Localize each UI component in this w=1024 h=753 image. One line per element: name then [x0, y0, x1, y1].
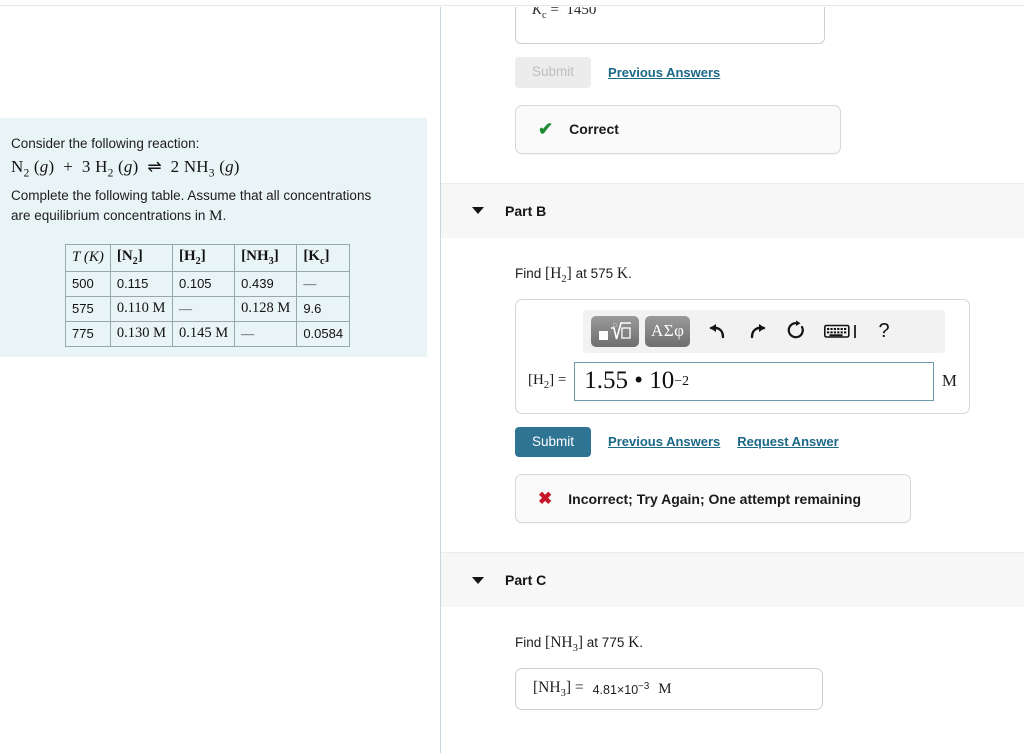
screenshot-root: Consider the following reaction: N2 (g) …: [0, 0, 1024, 753]
table-header-h2: [H2]: [171, 244, 236, 273]
caret-down-icon[interactable]: [472, 207, 484, 214]
reset-icon[interactable]: [785, 320, 807, 342]
table-row: 575 0.110 M — 0.128 M 9.6: [65, 296, 351, 323]
part-c-answer-box[interactable]: [NH3] = 4.81×10−3 M: [515, 668, 823, 711]
svg-text:□: □: [613, 323, 617, 329]
part-a-feedback-correct: ✔ Correct: [515, 104, 841, 154]
cell-kc: 9.6: [296, 296, 351, 323]
part-b-feedback-text: Incorrect; Try Again; One attempt remain…: [568, 490, 862, 507]
redo-icon[interactable]: [746, 321, 768, 341]
undo-icon[interactable]: [707, 321, 729, 341]
cell-nh3: —: [234, 321, 298, 348]
cell-n2: 0.130 M: [109, 321, 174, 348]
part-c-unit-label: M: [658, 680, 672, 697]
part-a-previous-answers-link[interactable]: Previous Answers: [608, 65, 720, 80]
greek-symbols-label: ΑΣφ: [651, 321, 685, 341]
part-b-input-row: [H2] = 1.55 • 10 −2 M: [528, 361, 957, 401]
part-b-prompt-species: [H2]: [545, 264, 572, 285]
part-b-answer-exponent: −2: [674, 373, 689, 389]
table-row: 775 0.130 M 0.145 M — 0.0584: [65, 321, 351, 348]
part-c-prompt-suffix: at 775 K.: [586, 634, 644, 652]
cross-icon: ✖: [538, 489, 553, 509]
part-a-action-row: Submit Previous Answers: [515, 57, 1024, 88]
table-header-temperature: T (K): [65, 244, 111, 273]
concentration-table: T (K) [N2] [H2] [NH3] [Kc] 500 0.115 0.1…: [65, 244, 351, 348]
help-icon[interactable]: ?: [878, 320, 889, 343]
table-header-row: T (K) [N2] [H2] [NH3] [Kc]: [65, 244, 351, 273]
part-b-title: Part B: [505, 202, 547, 219]
cell-kc: —: [296, 271, 351, 298]
text-cursor-icon: [854, 324, 857, 338]
part-b-header[interactable]: Part B: [441, 182, 1024, 238]
part-b-submit-button[interactable]: Submit: [515, 426, 592, 458]
part-b-action-row: Submit Previous Answers Request Answer: [515, 426, 1024, 458]
part-a-answer-box[interactable]: Kc = 1450: [515, 7, 825, 44]
part-b-answer-mantissa: 1.55 • 10: [584, 367, 675, 395]
cell-temp: 500: [65, 271, 111, 298]
cell-n2: 0.115: [109, 271, 174, 298]
keyboard-icon[interactable]: [824, 323, 857, 339]
part-a-feedback-text: Correct: [569, 121, 619, 137]
problem-instruction-line-1: Complete the following table. Assume tha…: [11, 188, 372, 204]
part-b-answer-input[interactable]: 1.55 • 10 −2: [574, 361, 934, 401]
greek-symbols-icon[interactable]: ΑΣφ: [645, 315, 691, 347]
problem-intro-text: Consider the following reaction:: [11, 136, 200, 151]
part-b-prompt-suffix: at 575 K.: [575, 264, 632, 282]
part-b-prompt: Find [H2] at 575 K.: [515, 264, 632, 285]
part-a-answer-text: Kc = 1450: [532, 7, 597, 21]
caret-down-icon[interactable]: [472, 576, 484, 584]
table-row: 500 0.115 0.105 0.439 —: [65, 271, 351, 298]
part-c-header[interactable]: Part C: [441, 552, 1024, 608]
problem-instruction-line-2: are equilibrium concentrations in M.: [11, 208, 227, 225]
problem-pane: Consider the following reaction: N2 (g) …: [0, 7, 441, 753]
cell-kc: 0.0584: [296, 321, 351, 348]
table-header-n2: [N2]: [109, 244, 174, 273]
cell-n2: 0.110 M: [109, 296, 174, 323]
part-b-request-answer-link[interactable]: Request Answer: [737, 434, 838, 449]
reaction-equation: N2 (g) + 3 H2 (g) ⇌ 2 NH3 (g): [11, 157, 240, 180]
cell-nh3: 0.128 M: [234, 296, 298, 323]
table-header-kc: [Kc]: [296, 244, 351, 273]
part-c-prompt-species: [NH3]: [545, 634, 584, 655]
part-b-field-label: [H2] =: [528, 371, 567, 391]
part-c-prompt: Find [NH3] at 775 K.: [515, 634, 644, 655]
cell-temp: 575: [65, 296, 111, 323]
part-a-submit-button[interactable]: Submit: [515, 57, 592, 88]
math-template-icon[interactable]: □: [591, 315, 639, 347]
check-icon: ✔: [538, 119, 554, 139]
cell-h2: —: [171, 296, 236, 323]
part-b-unit-label: M: [941, 371, 957, 391]
part-b-math-answer-widget[interactable]: □ ΑΣφ ? [H2] = 1.55 • 10 −2 M: [515, 298, 970, 414]
cell-temp: 775: [65, 321, 111, 348]
cell-h2: 0.105: [171, 271, 236, 298]
part-c-answer-label: [NH3] =: [533, 679, 584, 700]
top-divider: [0, 5, 1024, 6]
math-toolbar: □ ΑΣφ ?: [583, 309, 945, 353]
cell-h2: 0.145 M: [171, 321, 236, 348]
part-c-title: Part C: [505, 572, 547, 589]
table-header-nh3: [NH3]: [234, 244, 298, 273]
problem-statement-card: Consider the following reaction: N2 (g) …: [0, 118, 427, 357]
part-b-previous-answers-link[interactable]: Previous Answers: [608, 434, 720, 449]
part-c-answer-value: 4.81×10−3: [592, 681, 650, 698]
cell-nh3: 0.439: [234, 271, 298, 298]
answer-pane: Kc = 1450 Submit Previous Answers ✔ Corr…: [441, 7, 1024, 753]
part-b-feedback-incorrect: ✖ Incorrect; Try Again; One attempt rema…: [515, 474, 911, 524]
